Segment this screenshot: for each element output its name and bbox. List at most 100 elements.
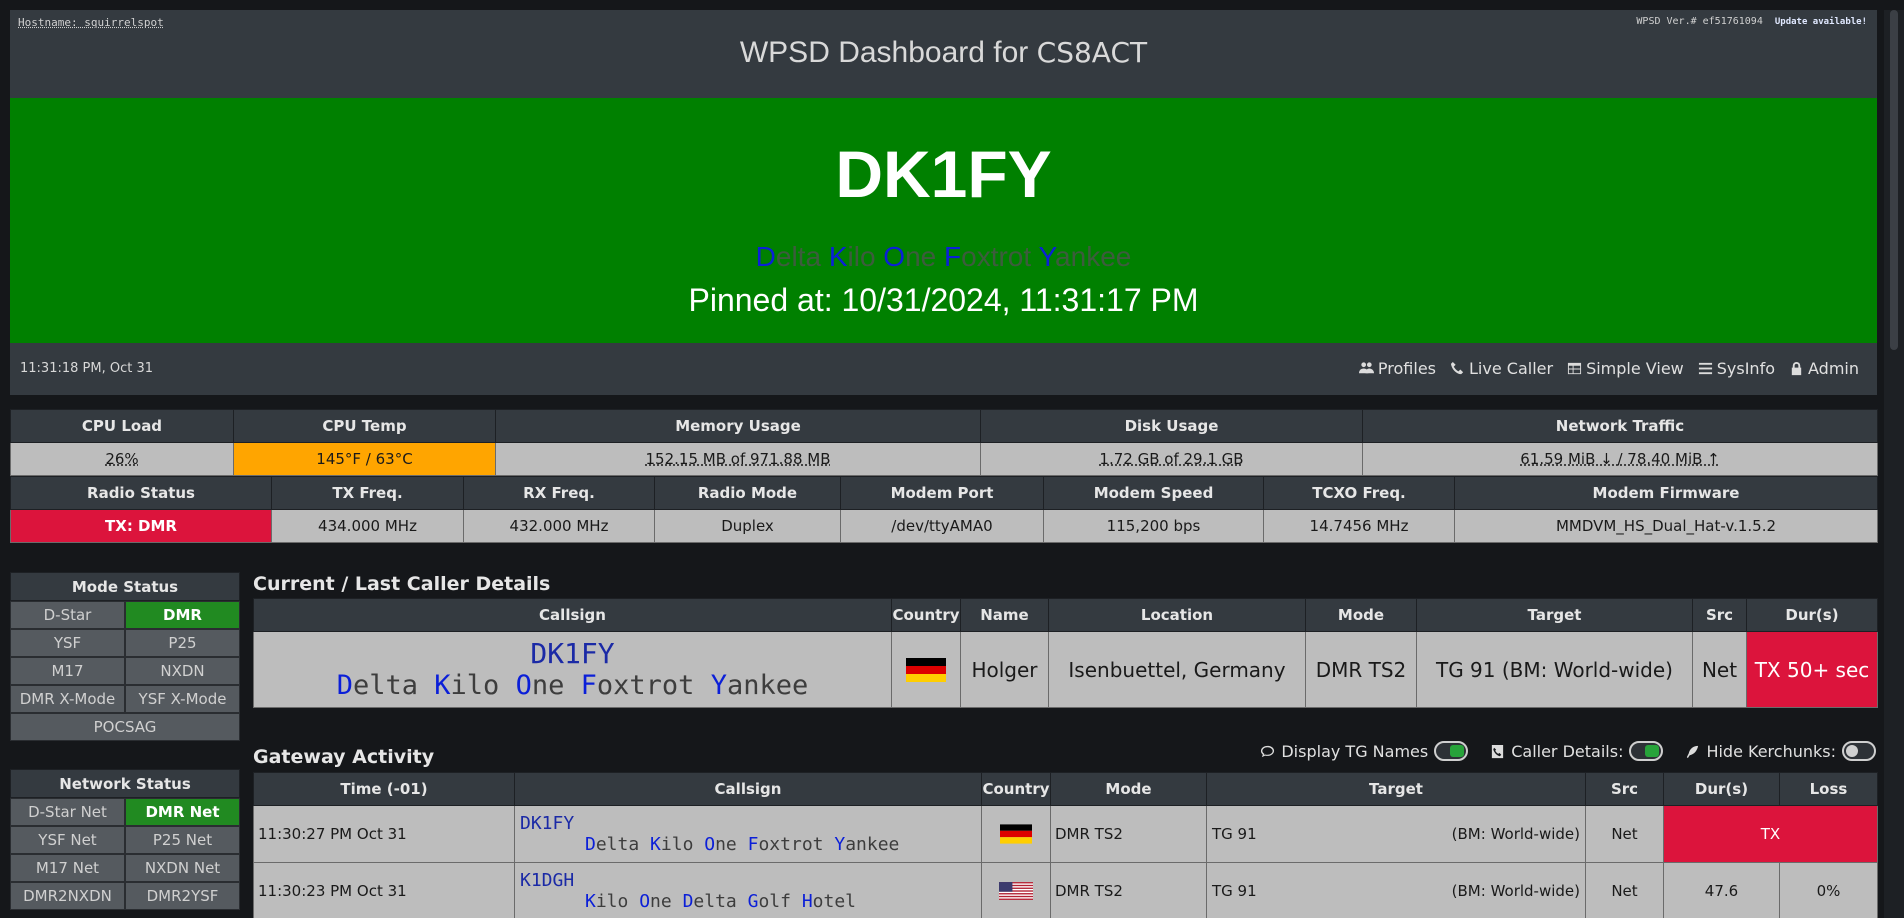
cpu-load-text[interactable]: 26% [105,450,138,468]
mode-status-panel: Mode Status D-Star DMR YSF P25 M17 NXDN … [10,572,240,741]
current-phonetic: Delta Kilo One Foxtrot Yankee [254,670,891,702]
display-tg-names-switch[interactable] [1434,741,1469,761]
phonetic-initial: G [747,891,759,912]
update-available-link[interactable]: Update available! [1775,17,1867,27]
net-nxdn: NXDN Net [125,854,240,882]
gateway-activity-title: Gateway Activity [253,746,435,768]
tcxo-freq-value: 14.7456 MHz [1263,509,1455,543]
table-header-row: Radio Status TX Freq. RX Freq. Radio Mod… [10,476,1878,510]
phonetic-rest: ankee [726,669,809,701]
phonetic-rest: ankee [1055,241,1132,272]
modem-speed-value: 115,200 bps [1043,509,1264,543]
current-src: Net [1692,631,1747,708]
cpu-load-value[interactable]: 26% [10,442,234,476]
phonetic-initial: F [747,834,759,855]
toggle-caller-details[interactable]: Caller Details: [1490,741,1664,761]
feather-icon [1687,745,1699,758]
phonetic-rest: oxtrot [758,834,824,855]
th-modem-firmware: Modem Firmware [1454,476,1878,510]
phonetic-rest: ilo [595,891,629,912]
phonetic-rest: ne [715,834,737,855]
mode-pocsag: POCSAG [10,713,240,741]
phonetic-rest: elta [775,241,822,272]
net-p25: P25 Net [125,826,240,854]
net-ysf: YSF Net [10,826,125,854]
network-text: 61.59 MiB ↓ / 78.40 MiB ↑ [1520,450,1720,468]
system-stats-table: CPU Load CPU Temp Memory Usage Disk Usag… [10,409,1878,476]
row-tg-name: (BM: World-wide) [1451,825,1580,843]
net-m17: M17 Net [10,854,125,882]
row-target: TG 91 (BM: World-wide) [1206,805,1586,863]
th-tx-freq: TX Freq. [271,476,464,510]
row-tg: TG 91 [1212,825,1257,843]
current-callsign-cell[interactable]: DK1FY Delta Kilo One Foxtrot Yankee [253,631,892,708]
row-duration: 47.6 [1663,862,1780,918]
th-duration: Dur(s) [1663,772,1780,806]
row-tg-name: (BM: World-wide) [1451,882,1580,900]
row-callsign-cell[interactable]: K1DGH Kilo One Delta Golf Hotel [514,862,982,918]
page-title-callsign: CS8ACT [1036,36,1148,69]
lock-icon [1791,361,1802,376]
row-time: 11:30:23 PM Oct 31 [253,862,515,918]
phonetic-rest: elta [595,834,640,855]
tx-freq-value: 434.000 MHz [271,509,464,543]
nav-sysinfo-link[interactable]: SysInfo [1698,359,1775,378]
th-callsign: Callsign [514,772,982,806]
row-callsign-link[interactable]: K1DGH [520,870,981,891]
row-src: Net [1585,862,1664,918]
phonetic-initial: Y [1038,241,1056,272]
caller-details-switch[interactable] [1629,741,1664,761]
net-dmr2ysf: DMR2YSF [125,882,240,910]
page-title: WPSD Dashboard for CS8ACT [10,36,1877,70]
modem-port-value: /dev/ttyAMA0 [840,509,1044,543]
row-callsign-link[interactable]: DK1FY [520,813,981,834]
mode-dmr: DMR [125,601,240,629]
net-dstar: D-Star Net [10,798,125,826]
scrollbar[interactable] [1884,10,1904,918]
hide-kerchunks-switch[interactable] [1842,741,1876,761]
toggle-hide-kerchunks[interactable]: Hide Kerchunks: [1685,741,1876,761]
pinned-timestamp: Pinned at: 10/31/2024, 11:31:17 PM [688,282,1199,318]
th-radio-mode: Radio Mode [654,476,841,510]
th-target: Target [1416,598,1693,632]
th-rx-freq: RX Freq. [463,476,655,510]
mode-status-title: Mode Status [10,572,240,601]
toggle-display-tg-names[interactable]: Display TG Names [1260,741,1469,761]
th-modem-speed: Modem Speed [1043,476,1264,510]
nav-simple-view-label: Simple View [1586,359,1684,378]
nav-profiles-link[interactable]: Profiles [1358,359,1436,378]
th-time: Time (-01) [253,772,515,806]
row-loss: 0% [1779,862,1878,918]
mode-nxdn: NXDN [125,657,240,685]
phonetic-rest: ilo [847,241,876,272]
th-location: Location [1048,598,1306,632]
phonetic-initial: F [580,669,597,701]
row-time: 11:30:27 PM Oct 31 [253,805,515,863]
phonetic-initial: Y [834,834,846,855]
banner-callsign: DK1FY [835,137,1052,211]
row-callsign-cell[interactable]: DK1FY Delta Kilo One Foxtrot Yankee [514,805,982,863]
table-header-row: CPU Load CPU Temp Memory Usage Disk Usag… [10,409,1878,443]
phonetic-initial: K [585,891,596,912]
nav-simple-view-link[interactable]: Simple View [1567,359,1684,378]
current-callsign-link[interactable]: DK1FY [254,637,891,670]
nav-live-caller-link[interactable]: Live Caller [1450,359,1553,378]
toggle-caller-details-label: Caller Details: [1511,741,1624,761]
scrollbar-thumb[interactable] [1890,10,1898,350]
table-row: 11:30:27 PM Oct 31 DK1FY Delta Kilo One … [253,805,1878,863]
table-row: 26% 145°F / 63°C 152.15 MB of 971.88 MB … [10,442,1878,476]
th-cpu-load: CPU Load [10,409,234,443]
row-target: TG 91 (BM: World-wide) [1206,862,1586,918]
table-icon [1568,362,1582,375]
current-country-cell [891,631,961,708]
chat-icon [1261,745,1275,757]
cpu-temp-value: 145°F / 63°C [233,442,496,476]
nav-links: Profiles Live Caller Simple View SysInfo… [1358,359,1859,378]
radio-info-table: Radio Status TX Freq. RX Freq. Radio Mod… [10,476,1878,543]
th-name: Name [960,598,1049,632]
th-cpu-temp: CPU Temp [233,409,496,443]
current-mode: DMR TS2 [1305,631,1417,708]
row-tg: TG 91 [1212,882,1257,900]
nav-admin-link[interactable]: Admin [1789,359,1859,378]
row-phonetic: Delta Kilo One Foxtrot Yankee [520,834,981,855]
